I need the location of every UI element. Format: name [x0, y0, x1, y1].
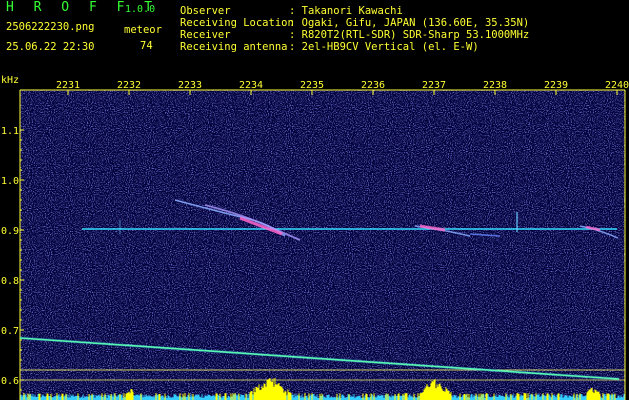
x-tick-label: 2234	[239, 80, 263, 91]
plot-noise	[20, 90, 625, 400]
location-value: : Ogaki, Gifu, JAPAN (136.60E, 35.35N)	[289, 17, 530, 29]
x-tick-label: 2236	[361, 80, 385, 91]
x-tick-label: 2239	[544, 80, 568, 91]
meteor-count: 74	[140, 40, 153, 52]
y-tick-label: 0.7	[1, 326, 19, 337]
app-version: 1.0.0	[125, 4, 156, 15]
x-tick-label: 2231	[56, 80, 80, 91]
x-tick-label: 2232	[117, 80, 141, 91]
y-tick-label: 1.1	[1, 126, 19, 137]
antenna-label: Receiving antenna	[180, 41, 288, 53]
date-time: 25.06.22 22:30	[6, 41, 95, 53]
y-tick-label: 0.9	[1, 226, 19, 237]
x-tick-label: 2240	[605, 80, 629, 91]
receiver-label: Receiver	[180, 29, 231, 41]
spectrogram: kHz 1.1 1.0 0.9 0.8 0.7 0.6 2231 2232 2233 2234 2…	[1, 75, 629, 400]
observer-label: Observer	[180, 5, 231, 17]
x-tick-label: 2238	[483, 80, 507, 91]
antenna-value: : 2el-HB9CV Vertical (el. E-W)	[289, 41, 479, 53]
y-tick-label: 0.6	[1, 376, 19, 387]
x-tick-label: 2235	[300, 80, 324, 91]
receiver-value: : R820T2(RTL-SDR) SDR-Sharp 53.1000MHz	[289, 29, 530, 41]
y-tick-label: 0.8	[1, 276, 19, 287]
observer-value: : Takanori Kawachi	[289, 5, 403, 17]
header-panel: H R O F F T 1.0.0 2506222230.png meteor …	[0, 0, 629, 72]
y-tick-label: 1.0	[1, 176, 19, 187]
x-tick-label: 2237	[422, 80, 446, 91]
meteor-label: meteor	[124, 24, 162, 36]
file-name: 2506222230.png	[6, 21, 95, 33]
y-unit-label: kHz	[1, 75, 19, 86]
location-label: Receiving Location	[180, 17, 294, 29]
x-tick-label: 2233	[178, 80, 202, 91]
